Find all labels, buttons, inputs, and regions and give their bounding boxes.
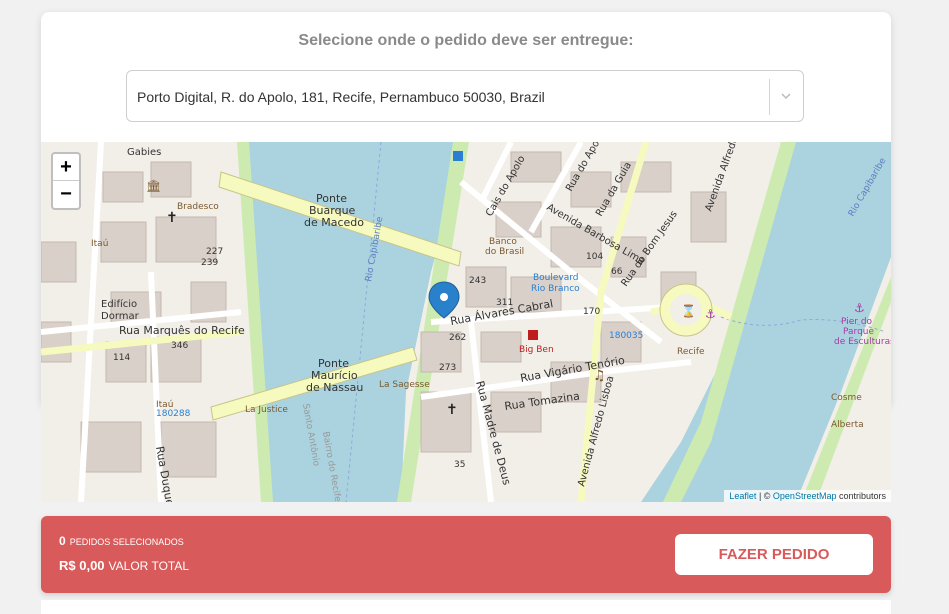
total-value: R$ 0,00 [59, 558, 105, 573]
label-la-sagesse: La Sagesse [379, 380, 430, 390]
anchor-icon: ⚓ [854, 301, 865, 315]
pharmacy-icon [528, 330, 538, 340]
label-n262: 262 [449, 333, 466, 343]
chevron-down-icon[interactable] [777, 87, 795, 105]
label-ponte-mauricio-3: de Nassau [306, 381, 363, 394]
selected-count-label: PEDIDOS SELECIONADOS [69, 537, 184, 547]
label-pier-1: Pier do [841, 317, 873, 327]
label-bairro-recife: Bairro do Recife [320, 431, 342, 502]
label-cosme: Cosme [831, 393, 862, 403]
label-la-justice: La Justice [245, 405, 288, 415]
anchor-icon-2: ⚓ [705, 307, 716, 321]
label-alberta: Alberta [831, 420, 864, 430]
label-rua-marques: Rua Marquês do Recife [119, 324, 245, 337]
hourglass-icon: ⌛ [681, 304, 696, 318]
label-banco-2: do Brasil [485, 247, 524, 257]
label-pier-2: Parque [843, 327, 874, 337]
zoom-in-button[interactable]: + [53, 154, 79, 181]
church-icon-2: ✝ [446, 402, 458, 418]
total-label: VALOR TOTAL [108, 559, 190, 573]
attribution-suffix: contributors [836, 491, 886, 501]
zoom-control: + − [51, 152, 81, 210]
label-big-ben: Big Ben [519, 345, 554, 355]
label-banco-1: Banco [489, 237, 517, 247]
select-separator [769, 79, 770, 115]
label-bus-180288: 180288 [156, 409, 191, 419]
label-n243: 243 [469, 276, 486, 286]
osm-link[interactable]: OpenStreetMap [773, 491, 837, 501]
total-line: R$ 0,00 VALOR TOTAL [59, 558, 189, 573]
music-icon: ♫ [593, 368, 606, 384]
label-n66: 66 [611, 267, 623, 277]
label-rio-capibaribe-2: Rio Capibaribe [847, 156, 889, 218]
label-santo-antonio: Santo Antônio [300, 403, 322, 468]
label-n114: 114 [113, 353, 130, 363]
label-n35: 35 [454, 460, 465, 470]
label-n311: 311 [496, 298, 513, 308]
place-order-button[interactable]: FAZER PEDIDO [675, 534, 873, 575]
leaflet-link[interactable]: Leaflet [729, 491, 756, 501]
address-select[interactable]: Porto Digital, R. do Apolo, 181, Recife,… [126, 70, 804, 122]
address-value: Porto Digital, R. do Apolo, 181, Recife,… [137, 89, 545, 105]
zoom-out-button[interactable]: − [53, 181, 79, 207]
label-edificio-1: Edifício [101, 298, 137, 310]
bank-icon: 🏛 [146, 179, 161, 193]
label-n104: 104 [586, 252, 603, 262]
label-ponte-buarque-3: de Macedo [304, 216, 364, 229]
order-summary-bar: 0 PEDIDOS SELECIONADOS R$ 0,00 VALOR TOTAL… [41, 516, 891, 593]
label-itau-1: Itaú [91, 239, 108, 249]
label-n170: 170 [583, 307, 600, 317]
label-gabies: Gabies [127, 147, 161, 158]
parking-icon [453, 151, 463, 161]
label-n273: 273 [439, 363, 456, 373]
label-boulevard-1: Boulevard [533, 273, 579, 283]
card-title: Selecione onde o pedido deve ser entregu… [298, 32, 634, 49]
selected-count-line: 0 PEDIDOS SELECIONADOS [59, 534, 184, 548]
map[interactable]: Gabies Bradesco Itaú Ponte Buarque de Ma… [41, 142, 891, 502]
label-pier-3: de Esculturas [834, 337, 891, 347]
label-n346: 346 [171, 341, 188, 351]
label-boulevard-2: Rio Branco [531, 284, 580, 294]
selected-count: 0 [59, 534, 66, 548]
label-recife: Recife [677, 347, 705, 357]
label-edificio-2: Dormar [101, 311, 140, 322]
map-attribution: Leaflet | © OpenStreetMap contributors [724, 490, 891, 502]
map-tiles[interactable]: Gabies Bradesco Itaú Ponte Buarque de Ma… [41, 142, 891, 502]
bottom-panel [41, 600, 891, 614]
attribution-separator: | © [756, 491, 773, 501]
label-n227: 227 [206, 247, 223, 257]
label-n239: 239 [201, 258, 218, 268]
label-bus-180035: 180035 [609, 331, 643, 341]
church-icon: ✝ [166, 210, 178, 226]
label-bradesco: Bradesco [177, 202, 219, 212]
